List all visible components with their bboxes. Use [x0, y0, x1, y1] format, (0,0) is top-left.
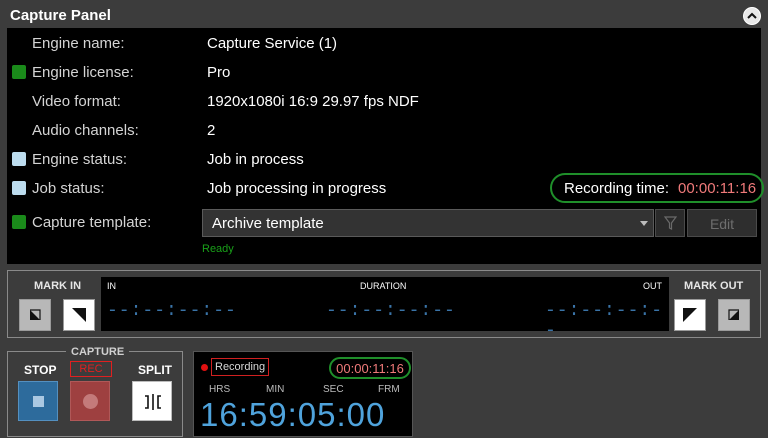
rec-label: REC: [70, 361, 112, 377]
capture-template-label: Capture template:: [32, 214, 152, 231]
split-button[interactable]: [132, 381, 172, 421]
elapsed-time-value: 00:00:11:16: [336, 361, 404, 376]
engine-license-value: Pro: [207, 64, 231, 81]
capture-template-select[interactable]: Archive template: [202, 209, 654, 237]
record-icon: [83, 394, 98, 409]
clock-timecode: 16:59:05:00: [200, 396, 386, 433]
license-status-indicator: [12, 65, 26, 79]
duration-caption: DURATION: [360, 281, 407, 291]
frames-unit: FRM: [378, 384, 400, 395]
mark-out-button[interactable]: [674, 299, 706, 331]
go-to-mark-out-icon: [728, 309, 739, 320]
stop-button[interactable]: [18, 381, 58, 421]
video-format-label: Video format:: [32, 93, 121, 110]
in-caption: IN: [107, 281, 116, 291]
audio-channels-value: 2: [207, 122, 216, 139]
recording-time-display: Recording time: 00:00:11:16: [550, 173, 764, 203]
mark-in-button[interactable]: [63, 299, 95, 331]
panel-title: Capture Panel: [10, 7, 111, 24]
mark-in-icon: [72, 308, 86, 322]
filter-button[interactable]: [655, 209, 685, 237]
mark-out-label: MARK OUT: [684, 280, 744, 292]
engine-info-panel: Engine name: Capture Service (1) Engine …: [7, 28, 764, 264]
split-icon: [145, 394, 161, 410]
template-status-text: Ready: [202, 243, 234, 255]
engine-name-label: Engine name:: [32, 35, 125, 52]
rec-button[interactable]: [70, 381, 110, 421]
chevron-up-icon: [747, 12, 757, 19]
out-caption: OUT: [643, 281, 662, 291]
recording-time-value: 00:00:11:16: [678, 180, 757, 197]
duration-timecode: --:--:--:--: [326, 301, 456, 321]
minutes-unit: MIN: [266, 384, 285, 395]
engine-license-row: Engine license: Pro: [7, 59, 761, 87]
stop-icon: [33, 396, 44, 407]
edit-button[interactable]: Edit: [687, 209, 757, 237]
engine-status-value: Job in process: [207, 151, 304, 168]
filter-icon: [664, 216, 677, 230]
video-format-row: Video format: 1920x1080i 16:9 29.97 fps …: [7, 88, 761, 116]
split-label: SPLIT: [138, 363, 173, 377]
audio-channels-label: Audio channels:: [32, 122, 139, 139]
recording-time-label: Recording time:: [564, 180, 670, 197]
capture-title: CAPTURE: [66, 346, 130, 358]
engine-name-row: Engine name: Capture Service (1): [7, 30, 761, 58]
video-format-value: 1920x1080i 16:9 29.97 fps NDF: [207, 93, 419, 110]
mark-out-icon: [683, 308, 697, 322]
job-status-value: Job processing in progress: [207, 180, 387, 197]
audio-channels-row: Audio channels: 2: [7, 117, 761, 145]
engine-status-row: Engine status: Job in process: [7, 146, 761, 174]
recording-tag: Recording: [211, 358, 270, 376]
edit-button-label: Edit: [709, 216, 735, 232]
engine-status-label: Engine status:: [32, 151, 128, 168]
panel-header: Capture Panel: [0, 0, 768, 28]
engine-license-label: Engine license:: [32, 64, 134, 81]
engine-status-indicator: [12, 152, 26, 166]
go-to-mark-out-button[interactable]: [718, 299, 750, 331]
collapse-button[interactable]: [743, 7, 761, 25]
template-status-indicator: [12, 215, 26, 229]
engine-name-value: Capture Service (1): [207, 35, 338, 52]
in-timecode: --:--:--:--: [107, 301, 237, 321]
recording-clock: Recording 00:00:11:16 HRS MIN SEC FRM 16…: [193, 351, 413, 437]
stop-label: STOP: [24, 363, 57, 377]
hours-unit: HRS: [209, 384, 231, 395]
go-to-mark-in-icon: [30, 309, 41, 320]
job-status-label: Job status:: [32, 180, 105, 197]
elapsed-time-display: 00:00:11:16: [329, 357, 411, 379]
mark-in-label: MARK IN: [34, 280, 82, 292]
job-status-indicator: [12, 181, 26, 195]
go-to-mark-in-button[interactable]: [19, 299, 51, 331]
recording-dot-icon: [201, 364, 208, 371]
capture-controls: CAPTURE STOP REC SPLIT: [7, 346, 183, 437]
seconds-unit: SEC: [323, 384, 344, 395]
out-timecode: --:--:--:--: [545, 301, 664, 341]
chevron-down-icon: [640, 221, 648, 226]
capture-template-value: Archive template: [212, 215, 324, 232]
mark-timecode-panel: MARK IN IN DURATION OUT --:--:--:-- --:-…: [7, 270, 761, 341]
timecode-display: IN DURATION OUT --:--:--:-- --:--:--:-- …: [101, 277, 669, 341]
